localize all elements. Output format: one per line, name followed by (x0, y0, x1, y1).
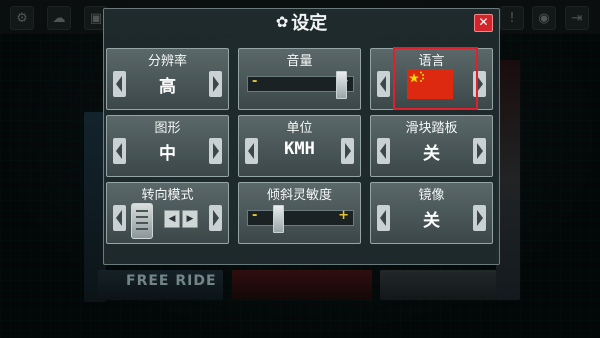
next-arrow-icon[interactable] (209, 205, 222, 231)
graphics-label: 图形 (154, 121, 181, 136)
units-label: 单位 (286, 121, 313, 136)
steering-mode-setting: 转向模式 ◀ ▶ (106, 182, 229, 244)
slider-pedal-setting: 滑块踏板 关 (370, 115, 493, 177)
tilt-sensitivity-slider[interactable]: - + (247, 205, 354, 233)
tilt-slider-thumb[interactable] (273, 205, 285, 233)
gear-icon: ✿ (275, 13, 289, 31)
minus-icon: - (252, 208, 258, 223)
dialog-title-text: 设定 (291, 13, 328, 34)
volume-label: 音量 (286, 54, 313, 69)
plus-icon: + (338, 208, 349, 223)
dialog-title: ✿ 设定 (104, 9, 499, 35)
volume-setting: 音量 - + (238, 48, 361, 110)
volume-slider[interactable]: - + (247, 71, 354, 99)
next-arrow-icon[interactable] (209, 138, 222, 164)
next-arrow-icon[interactable] (473, 138, 486, 164)
mirror-label: 镜像 (418, 188, 445, 203)
steering-mode-label: 转向模式 (141, 188, 194, 203)
left-button-icon: ◀ (164, 210, 180, 228)
mirror-setting: 镜像 关 (370, 182, 493, 244)
right-button-icon: ▶ (182, 210, 198, 228)
tilt-sensitivity-setting: 倾斜灵敏度 - + (238, 182, 361, 244)
highlight-box (393, 47, 478, 110)
units-setting: 单位 KMH (238, 115, 361, 177)
free-ride-label: FREE RIDE (126, 273, 217, 289)
close-icon: ✕ (478, 15, 489, 29)
next-arrow-icon[interactable] (209, 71, 222, 97)
prev-arrow-icon[interactable] (113, 205, 126, 231)
close-button[interactable]: ✕ (474, 14, 493, 32)
prev-arrow-icon[interactable] (377, 71, 390, 97)
resolution-label: 分辨率 (147, 54, 187, 69)
resolution-setting: 分辨率 高 (106, 48, 229, 110)
volume-slider-thumb[interactable] (336, 71, 347, 99)
slider-pedal-label: 滑块踏板 (405, 121, 458, 136)
graphics-setting: 图形 中 (106, 115, 229, 177)
next-arrow-icon[interactable] (341, 138, 354, 164)
pedal-icon (131, 203, 153, 239)
tilt-sensitivity-label: 倾斜灵敏度 (266, 188, 332, 203)
minus-icon: - (252, 74, 258, 89)
next-arrow-icon[interactable] (473, 205, 486, 231)
